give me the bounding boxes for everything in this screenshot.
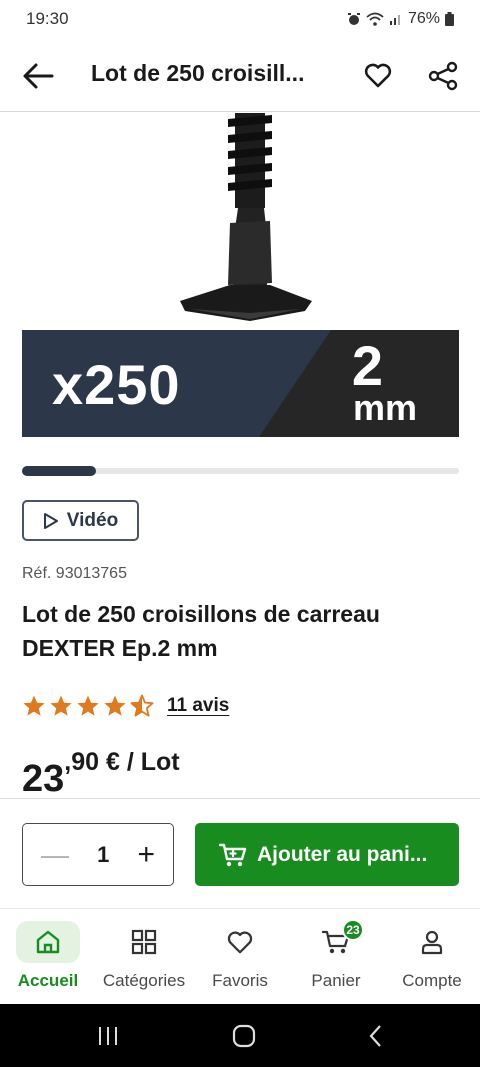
battery-icon xyxy=(445,12,454,26)
nav-icon-wrap xyxy=(400,921,464,963)
product-reference: Réf. 93013765 xyxy=(22,565,127,582)
reviews-link[interactable]: 11 avis xyxy=(167,695,229,717)
status-time: 19:30 xyxy=(26,9,69,28)
increment-button[interactable]: + xyxy=(137,839,155,870)
home-icon xyxy=(36,930,60,954)
signal-icon xyxy=(389,15,400,25)
status-icons: 76% xyxy=(347,10,454,28)
product-rating[interactable]: 11 avis xyxy=(22,694,229,718)
nav-icon-highlight xyxy=(16,921,80,963)
carousel-indicator xyxy=(22,466,459,476)
heart-icon xyxy=(227,931,253,954)
alarm-icon xyxy=(347,13,360,25)
price-integer: 23 xyxy=(22,758,65,800)
product-banner: x250 2 mm xyxy=(22,330,459,437)
page-title: Lot de 250 croisill... xyxy=(91,60,305,86)
nav-label-account: Compte xyxy=(402,971,462,990)
video-button[interactable]: Vidéo xyxy=(22,500,139,541)
decrement-button[interactable]: — xyxy=(41,840,69,869)
system-navigation-bar xyxy=(0,1004,480,1067)
heart-icon[interactable] xyxy=(363,60,393,90)
play-icon xyxy=(43,512,58,529)
app-bar: Lot de 250 croisill... xyxy=(0,40,480,112)
star-full-icon xyxy=(77,695,99,716)
nav-item-account[interactable]: Compte xyxy=(384,909,480,1005)
product-price: 23 ,90 € / Lot xyxy=(22,745,180,800)
nav-icon-wrap: 23 xyxy=(304,919,368,963)
quantity-value[interactable]: 1 xyxy=(97,842,109,868)
purchase-bar: — 1 + Ajouter au pani... xyxy=(0,798,480,908)
nav-label-favorites: Favoris xyxy=(212,971,268,990)
status-bar: 19:30 76% xyxy=(0,0,480,38)
price-decimal-unit: ,90 € / Lot xyxy=(64,748,180,776)
carousel-indicator-thumb xyxy=(22,466,97,476)
bottom-navigation: Accueil Catégories Favoris 23 Panier Com… xyxy=(0,908,480,1004)
nav-icon-wrap xyxy=(112,921,176,963)
back-arrow-icon[interactable] xyxy=(22,62,54,90)
star-full-icon xyxy=(104,695,126,716)
star-half-icon xyxy=(130,694,154,717)
cart-icon xyxy=(219,843,247,866)
cart-count-badge: 23 xyxy=(342,919,364,941)
recent-apps-icon[interactable] xyxy=(96,1025,120,1047)
user-icon xyxy=(421,930,443,955)
nav-item-categories[interactable]: Catégories xyxy=(96,909,192,1005)
nav-label-categories: Catégories xyxy=(102,971,186,990)
add-to-cart-button[interactable]: Ajouter au pani... xyxy=(195,823,459,886)
nav-label-home: Accueil xyxy=(17,971,79,990)
nav-icon-wrap xyxy=(208,921,272,963)
star-full-icon xyxy=(50,695,72,716)
grid-icon xyxy=(131,929,157,955)
quantity-stepper: — 1 + xyxy=(22,823,174,886)
wifi-icon xyxy=(366,12,384,26)
nav-item-favorites[interactable]: Favoris xyxy=(192,909,288,1005)
video-button-label: Vidéo xyxy=(66,509,119,531)
banner-quantity: x250 xyxy=(52,353,181,416)
share-icon[interactable] xyxy=(427,60,459,92)
banner-size-number: 2 xyxy=(351,334,383,397)
tile-spacer-image xyxy=(180,113,312,321)
star-full-icon xyxy=(23,695,45,716)
battery-level: 76% xyxy=(407,10,440,27)
banner-size-unit: mm xyxy=(352,387,417,428)
nav-item-cart[interactable]: 23 Panier xyxy=(288,909,384,1005)
home-button-icon[interactable] xyxy=(231,1024,257,1048)
add-to-cart-label: Ajouter au pani... xyxy=(257,842,428,866)
back-button-icon[interactable] xyxy=(368,1024,384,1048)
product-title: Lot de 250 croisillons de carreau DEXTER… xyxy=(22,601,380,661)
nav-label-cart: Panier xyxy=(311,971,361,990)
nav-item-home[interactable]: Accueil xyxy=(0,909,96,1005)
